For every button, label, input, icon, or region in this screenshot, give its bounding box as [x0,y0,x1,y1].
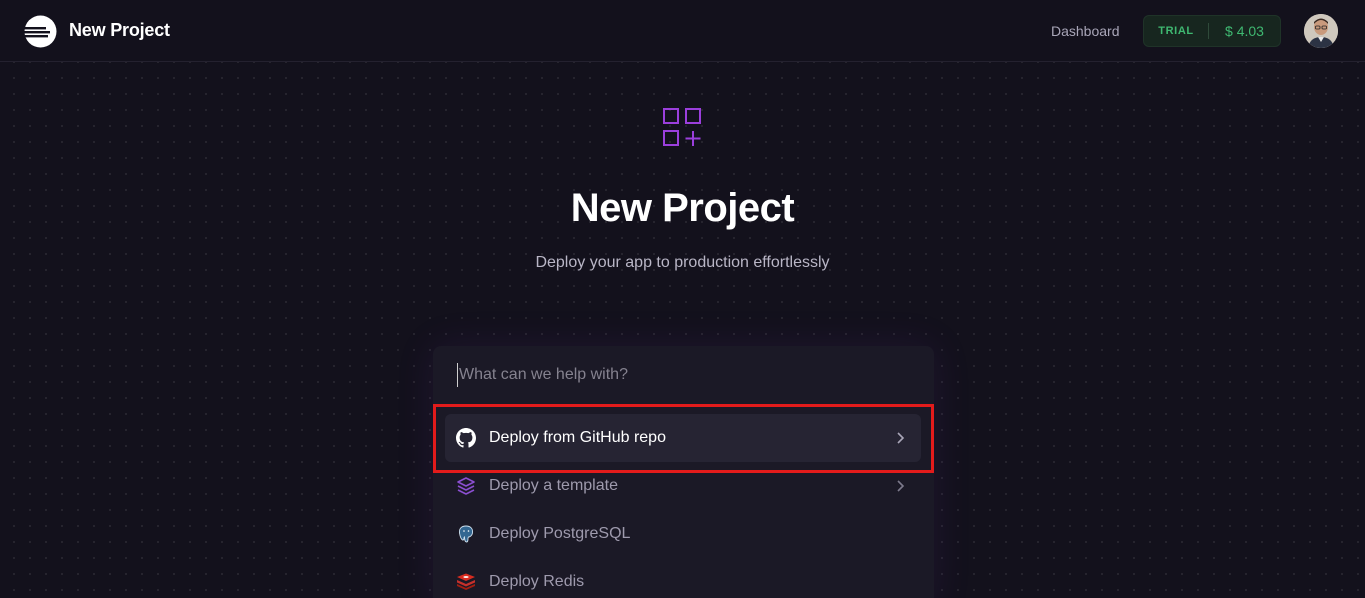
hero-title: New Project [570,186,795,230]
option-label: Deploy Redis [489,573,585,590]
hero-subtitle: Deploy your app to production effortless… [535,254,830,271]
credit-amount: $ 4.03 [1225,23,1264,39]
user-avatar[interactable] [1304,14,1338,48]
command-palette: Deploy from GitHub repo Deploy a templat… [433,346,934,598]
plan-badge[interactable]: TRIAL $ 4.03 [1143,15,1281,47]
redis-icon [456,572,476,592]
github-icon [456,428,476,448]
page-title: New Project [69,20,170,40]
option-deploy-github[interactable]: Deploy from GitHub repo [445,414,921,462]
search-input[interactable] [457,363,917,387]
trial-label: TRIAL [1158,25,1194,37]
option-deploy-postgresql[interactable]: Deploy PostgreSQL [445,510,921,558]
layers-icon [456,476,476,496]
option-deploy-redis[interactable]: Deploy Redis [445,558,921,598]
chevron-right-icon [894,430,908,446]
option-label: Deploy PostgreSQL [489,525,631,542]
new-project-icon [662,107,704,149]
option-label: Deploy a template [489,477,618,494]
option-label: Deploy from GitHub repo [489,429,666,446]
railway-logo-icon[interactable] [24,15,57,48]
dashboard-link[interactable]: Dashboard [1051,23,1120,39]
postgresql-icon [456,524,476,544]
chevron-right-icon [894,478,908,494]
top-navigation-bar: New Project Dashboard TRIAL $ 4.03 [0,0,1365,62]
option-deploy-template[interactable]: Deploy a template [445,462,921,510]
